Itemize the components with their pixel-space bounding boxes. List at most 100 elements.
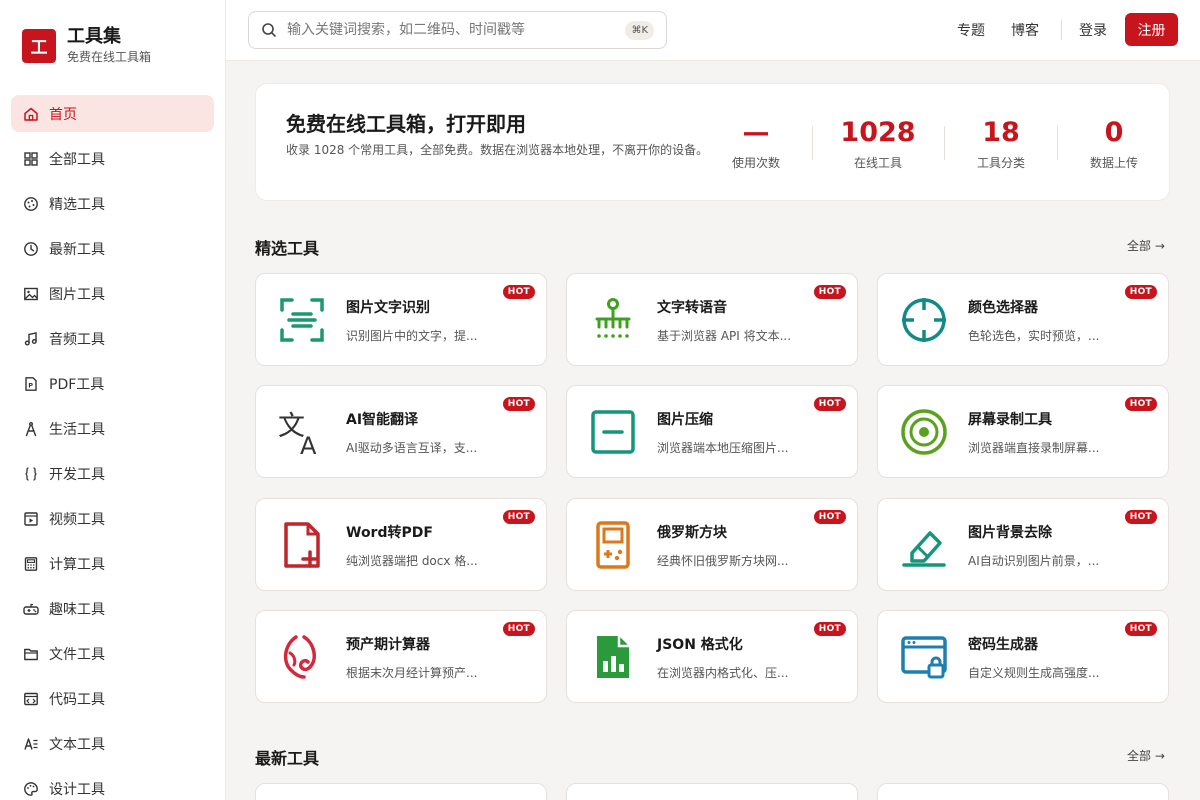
search-box[interactable]: ⌘K — [248, 11, 667, 49]
translate-icon: 文A — [276, 406, 328, 458]
stat-value: 18 — [982, 117, 1020, 148]
sidebar-item[interactable]: 最新工具 — [11, 230, 214, 267]
featured-section-title: 精选工具 — [255, 239, 320, 258]
sidebar-item-label: 图片工具 — [49, 286, 105, 303]
sidebar-item[interactable]: 图片工具 — [11, 275, 214, 312]
latest-view-all-link[interactable]: 全部 → — [1127, 747, 1165, 764]
sidebar-item[interactable]: 首页 — [11, 95, 214, 132]
blog-link[interactable]: 博客 — [1011, 20, 1039, 40]
tool-card-description: 基于浏览器 API 将文本... — [657, 329, 792, 343]
sidebar-item-label: 全部工具 — [49, 151, 105, 168]
window-lock-icon — [898, 631, 950, 683]
hot-badge: HOT — [813, 397, 846, 411]
sidebar-item-label: 音频工具 — [49, 331, 105, 348]
register-button[interactable]: 注册 — [1125, 13, 1178, 46]
stat-label: 在线工具 — [853, 156, 902, 170]
tool-card-description: AI驱动多语言互译，支... — [346, 441, 478, 455]
header-divider — [1061, 20, 1062, 40]
design-palette-icon — [23, 781, 39, 797]
sidebar-item[interactable]: 开发工具 — [11, 455, 214, 492]
pregnancy-icon — [276, 631, 328, 683]
tool-card-description: 自定义规则生成高强度... — [968, 666, 1100, 680]
tool-card[interactable]: 屏幕录制工具 浏览器端直接录制屏幕... HOT — [877, 385, 1169, 478]
sidebar-item[interactable]: 文本工具 — [11, 725, 214, 762]
palette-icon — [23, 196, 39, 212]
sidebar-item[interactable]: 趣味工具 — [11, 590, 214, 627]
tool-card[interactable]: Word转PDF 纯浏览器端把 docx 格... HOT — [255, 498, 547, 591]
hot-badge: HOT — [502, 622, 535, 636]
login-link[interactable]: 登录 — [1079, 20, 1107, 40]
braces-icon — [23, 466, 39, 482]
sidebar-item[interactable]: P PDF工具 — [11, 365, 214, 402]
tool-card-description: AI自动识别图片前景，... — [968, 554, 1100, 568]
stat-value: — — [742, 117, 770, 148]
sidebar-item-label: 最新工具 — [49, 241, 105, 258]
featured-view-all-link[interactable]: 全部 → — [1127, 237, 1165, 254]
sidebar-item[interactable]: 文件工具 — [11, 635, 214, 672]
tool-card[interactable]: 图片文字识别 识别图片中的文字，提... HOT — [255, 273, 547, 366]
tool-card[interactable]: 图片背景去除 AI自动识别图片前景，... HOT — [877, 498, 1169, 591]
scan-text-icon — [276, 294, 328, 346]
code-window-icon — [23, 691, 39, 707]
svg-text:P: P — [28, 381, 33, 389]
sidebar-item[interactable]: 音频工具 — [11, 320, 214, 357]
svg-text:A: A — [300, 432, 317, 458]
sidebar-item[interactable]: 生活工具 — [11, 410, 214, 447]
tool-card[interactable] — [566, 783, 858, 800]
tool-card[interactable]: 文字转语音 基于浏览器 API 将文本... HOT — [566, 273, 858, 366]
clock-icon — [23, 241, 39, 257]
tool-card[interactable]: 颜色选择器 色轮选色，实时预览，... HOT — [877, 273, 1169, 366]
disc-icon — [898, 406, 950, 458]
tool-card-title: 屏幕录制工具 — [968, 412, 1052, 428]
tool-card-title: 图片文字识别 — [346, 300, 430, 316]
video-icon — [23, 511, 39, 527]
tool-card[interactable]: JSON 格式化 在浏览器内格式化、压... HOT — [566, 610, 858, 703]
tool-card[interactable]: 图片压缩 浏览器端本地压缩图片... HOT — [566, 385, 858, 478]
tool-card[interactable]: 密码生成器 自定义规则生成高强度... HOT — [877, 610, 1169, 703]
sidebar-item[interactable]: 代码工具 — [11, 680, 214, 717]
tool-card-description: 根据末次月经计算预产... — [346, 666, 478, 680]
calculator-icon — [23, 556, 39, 572]
brand-subtitle: 免费在线工具箱 — [67, 50, 152, 64]
tool-card-description: 浏览器端本地压缩图片... — [657, 441, 789, 455]
hero-description: 收录 1028 个常用工具，全部免费。数据在浏览器本地处理，不离开你的设备。 — [286, 143, 709, 157]
tool-card[interactable]: 文 A AI智能翻译 AI驱动多语言互译，支... HOT — [255, 385, 547, 478]
search-input[interactable] — [287, 22, 617, 38]
file-plus-icon — [276, 519, 328, 571]
sidebar-item-label: PDF工具 — [49, 376, 105, 393]
gameboy-icon — [587, 519, 639, 571]
sidebar-item[interactable]: 精选工具 — [11, 185, 214, 222]
sidebar-item[interactable]: 全部工具 — [11, 140, 214, 177]
tool-card[interactable]: 预产期计算器根据末次月经计算预产... HOT — [255, 610, 547, 703]
sidebar-item-label: 代码工具 — [49, 691, 105, 708]
hot-badge: HOT — [1124, 510, 1157, 524]
speech-tree-icon — [587, 294, 639, 346]
sidebar-item-label: 首页 — [49, 106, 77, 123]
gamepad-icon — [23, 601, 39, 617]
tool-card[interactable] — [255, 783, 547, 800]
sidebar-item-label: 文本工具 — [49, 736, 105, 753]
stat-label: 使用次数 — [731, 156, 780, 170]
sidebar-item-label: 计算工具 — [49, 556, 105, 573]
tool-card[interactable]: 俄罗斯方块 经典怀旧俄罗斯方块网... HOT — [566, 498, 858, 591]
brand-title: 工具集 — [67, 26, 121, 47]
stat-value: 0 — [1104, 117, 1124, 148]
folder-icon — [23, 646, 39, 662]
sidebar-item-label: 设计工具 — [49, 781, 105, 798]
compass-icon — [23, 421, 39, 437]
stat-label: 数据上传 — [1089, 156, 1138, 170]
hot-badge: HOT — [502, 510, 535, 524]
topics-link[interactable]: 专题 — [957, 20, 985, 40]
brand-logo: 工 — [22, 28, 56, 63]
hot-badge: HOT — [1124, 622, 1157, 636]
sidebar-item[interactable]: 计算工具 — [11, 545, 214, 582]
tool-card-title: 图片背景去除 — [968, 525, 1052, 541]
grid-icon — [23, 151, 39, 167]
sidebar-item-label: 精选工具 — [49, 196, 105, 213]
sidebar-item[interactable]: 视频工具 — [11, 500, 214, 537]
tool-card-title: 预产期计算器 — [346, 637, 430, 653]
sidebar-item[interactable]: 设计工具 — [11, 770, 214, 800]
brand[interactable]: 工 工具集 免费在线工具箱 — [22, 26, 151, 65]
tool-card[interactable] — [877, 783, 1169, 800]
sidebar-nav: 首页全部工具精选工具最新工具图片工具音频工具 P PDF工具生活工具开发工具视频工具… — [11, 95, 214, 800]
